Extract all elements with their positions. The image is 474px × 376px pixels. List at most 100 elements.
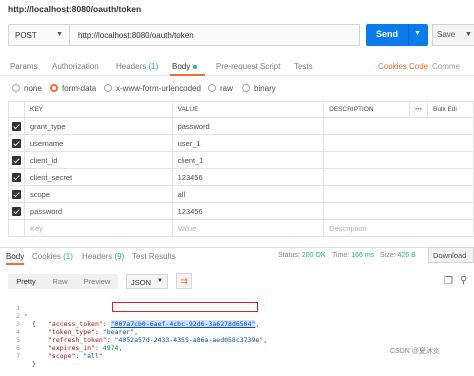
bulk-edit-link[interactable]: Bulk Edi (427, 101, 474, 118)
status-label: Status: (278, 252, 300, 259)
table-row: scope all (8, 185, 474, 203)
format-type-label: JSON (131, 278, 152, 287)
chevron-down-icon: ▼ (56, 31, 63, 38)
chevron-down-icon[interactable]: ▼ (414, 30, 421, 37)
radio-urlencoded-label: x-www-form-urlencoded (116, 84, 201, 93)
row-key[interactable]: password (24, 202, 173, 220)
format-preview-button[interactable]: Preview (76, 274, 118, 289)
save-label: Save (437, 30, 456, 39)
response-tab-headers[interactable]: Headers (9) (82, 252, 124, 261)
download-button[interactable]: Download (428, 247, 474, 263)
row-description[interactable] (323, 168, 474, 186)
wrap-lines-icon[interactable]: ⇉ (176, 273, 192, 289)
tab-body[interactable]: Body (172, 62, 198, 71)
row-key[interactable]: username (24, 134, 173, 152)
tab-authorization[interactable]: Authorization (52, 62, 99, 71)
response-cookies-count: (1) (63, 252, 73, 261)
row-description[interactable] (323, 134, 474, 152)
row-checkbox[interactable] (8, 168, 25, 186)
tab-headers[interactable]: Headers (1) (116, 62, 158, 71)
size-value: 426 B (397, 252, 416, 259)
checkbox-checked-icon (12, 206, 21, 216)
key-placeholder[interactable]: Key (24, 219, 173, 237)
watermark: CSDN @夏沐炎 (390, 348, 440, 355)
response-tab-body[interactable]: Body (6, 252, 24, 261)
row-description[interactable] (323, 117, 474, 135)
description-placeholder[interactable]: Description (323, 219, 474, 237)
row-key[interactable]: client_id (24, 151, 173, 169)
cookies-link[interactable]: Cookies (378, 62, 407, 71)
more-options-icon[interactable]: ••• (409, 101, 429, 118)
chevron-down-icon[interactable]: ▼ (465, 31, 472, 38)
save-button[interactable]: Save ▼ (432, 24, 474, 46)
radio-selected-icon (50, 84, 58, 92)
row-value[interactable]: 123456 (171, 168, 325, 186)
row-checkbox[interactable] (8, 185, 25, 203)
format-pretty-button[interactable]: Pretty (8, 274, 44, 289)
checkbox-checked-icon (12, 189, 21, 199)
code-line: 5 "expires_in": 4974, (0, 328, 474, 352)
row-value[interactable]: all (171, 185, 325, 203)
headers-count: (1) (148, 62, 159, 71)
send-button[interactable]: Send ▼ (366, 24, 428, 46)
row-checkbox[interactable] (8, 151, 25, 169)
tab-pre-request-script[interactable]: Pre-request Script (216, 62, 280, 71)
radio-circle-icon (208, 84, 216, 92)
row-key[interactable]: grant_type (24, 117, 173, 135)
response-active-underline (6, 263, 24, 265)
time-label: Time: (332, 252, 350, 259)
comments-link[interactable]: Comme (432, 62, 460, 71)
radio-binary[interactable]: binary (242, 84, 276, 93)
row-value[interactable]: client_1 (171, 151, 325, 169)
time-value: 166 ms (351, 252, 375, 259)
code-line: 6 "scope": "all" (0, 336, 474, 360)
response-tab-cookies[interactable]: Cookies (1) (32, 252, 73, 261)
tab-tests[interactable]: Tests (294, 62, 313, 71)
row-checkbox-empty (8, 219, 25, 237)
row-value[interactable]: 123456 (171, 202, 325, 220)
radio-circle-icon (12, 84, 20, 92)
checkbox-checked-icon (12, 172, 21, 182)
line-number: 7 (16, 352, 20, 360)
row-description[interactable] (323, 151, 474, 169)
body-indicator-icon (193, 64, 198, 69)
table-row: grant_type password (8, 117, 474, 135)
header-key: KEY (24, 101, 173, 118)
checkbox-checked-icon (12, 155, 21, 165)
radio-circle-icon (242, 84, 250, 92)
response-headers-count: (9) (114, 252, 125, 261)
radio-form-data[interactable]: form-data (50, 84, 96, 93)
table-row: password 123456 (8, 202, 474, 220)
radio-none[interactable]: none (12, 84, 42, 93)
method-select[interactable]: POST ▼ (8, 24, 70, 46)
radio-circle-icon (104, 84, 112, 92)
row-value[interactable]: password (171, 117, 325, 135)
row-value[interactable]: user_1 (171, 134, 325, 152)
format-type-select[interactable]: JSON ▼ (126, 274, 168, 289)
copy-icon[interactable]: ❐ (444, 276, 453, 287)
row-key[interactable]: client_secret (24, 168, 173, 186)
tab-params[interactable]: Params (10, 62, 38, 71)
row-checkbox[interactable] (8, 117, 25, 135)
response-header: Body Cookies (1) Headers (9) Test Result… (0, 247, 474, 265)
code-text: "scope": "all" (48, 352, 103, 360)
request-tabs: Params Authorization Headers (1) Body Pr… (0, 58, 474, 76)
code-line: 4 "refresh_token": "4052a57d-2433-4355-a… (0, 320, 474, 344)
value-placeholder[interactable]: Value (171, 219, 325, 237)
search-icon[interactable]: ⚲ (460, 275, 467, 286)
chevron-down-icon: ▼ (157, 278, 163, 284)
row-checkbox[interactable] (8, 134, 25, 152)
row-checkbox[interactable] (8, 202, 25, 220)
radio-binary-label: binary (254, 84, 276, 93)
row-description[interactable] (323, 185, 474, 203)
response-tab-test-results[interactable]: Test Results (132, 252, 176, 261)
format-raw-button[interactable]: Raw (44, 274, 76, 289)
code-link[interactable]: Code (409, 62, 428, 71)
url-input[interactable]: http://localhost:8080/oauth/token (70, 24, 360, 46)
row-description[interactable] (323, 202, 474, 220)
radio-raw[interactable]: raw (208, 84, 233, 93)
radio-urlencoded[interactable]: x-www-form-urlencoded (104, 84, 201, 93)
highlight-box (112, 302, 258, 312)
active-tab-underline (170, 74, 205, 76)
row-key[interactable]: scope (24, 185, 173, 203)
